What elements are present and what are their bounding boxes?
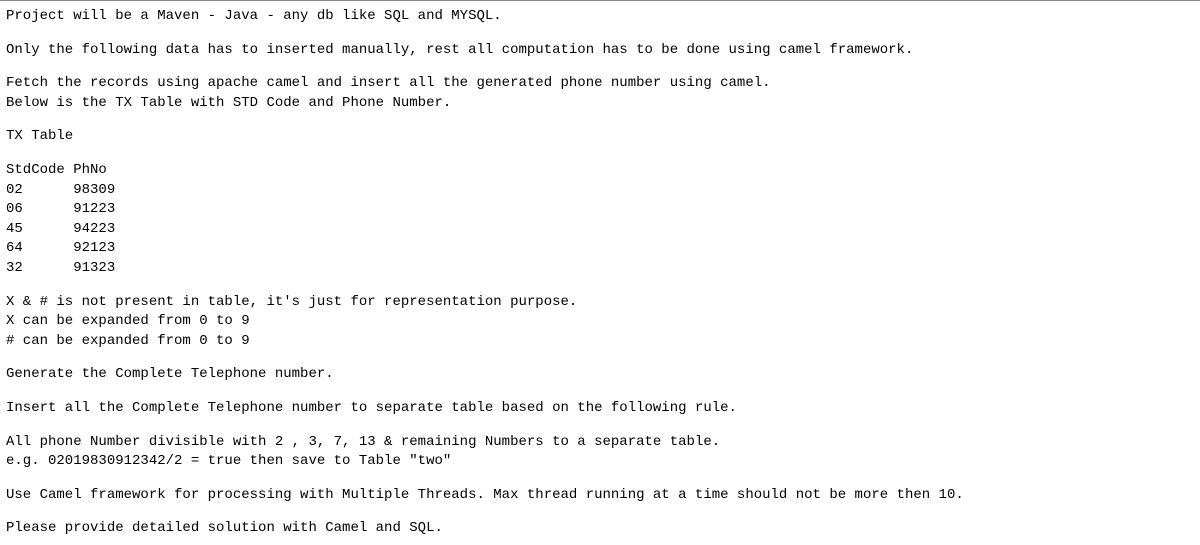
note-line: X can be expanded from 0 to 9 bbox=[6, 312, 1194, 332]
note-line: # can be expanded from 0 to 9 bbox=[6, 332, 1194, 352]
table-row: 45 94223 bbox=[6, 220, 1194, 240]
paragraph-insert-rule: Insert all the Complete Telephone number… bbox=[6, 399, 1194, 419]
notes-block: X & # is not present in table, it's just… bbox=[6, 293, 1194, 352]
table-header-row: StdCode PhNo bbox=[6, 161, 1194, 181]
table-title: TX Table bbox=[6, 127, 1194, 147]
table-row: 32 91323 bbox=[6, 259, 1194, 279]
paragraph-solution-request: Please provide detailed solution with Ca… bbox=[6, 519, 1194, 539]
line-fetch: Fetch the records using apache camel and… bbox=[6, 75, 771, 91]
note-line: X & # is not present in table, it's just… bbox=[6, 293, 1194, 313]
paragraph-fetch-records: Fetch the records using apache camel and… bbox=[6, 74, 1194, 113]
table-row: 06 91223 bbox=[6, 200, 1194, 220]
paragraph-divisible: All phone Number divisible with 2 , 3, 7… bbox=[6, 433, 1194, 472]
line-divisible: All phone Number divisible with 2 , 3, 7… bbox=[6, 434, 720, 450]
table-row: 02 98309 bbox=[6, 181, 1194, 201]
table-row: 64 92123 bbox=[6, 239, 1194, 259]
tx-table: StdCode PhNo 02 98309 06 91223 45 94223 … bbox=[6, 161, 1194, 279]
line-example: e.g. 02019830912342/2 = true then save t… bbox=[6, 453, 451, 469]
paragraph-generate: Generate the Complete Telephone number. bbox=[6, 365, 1194, 385]
line-tx-table-intro: Below is the TX Table with STD Code and … bbox=[6, 95, 451, 111]
paragraph-threads: Use Camel framework for processing with … bbox=[6, 486, 1194, 506]
paragraph-manual-data: Only the following data has to inserted … bbox=[6, 41, 1194, 61]
paragraph-project-setup: Project will be a Maven - Java - any db … bbox=[6, 7, 1194, 27]
